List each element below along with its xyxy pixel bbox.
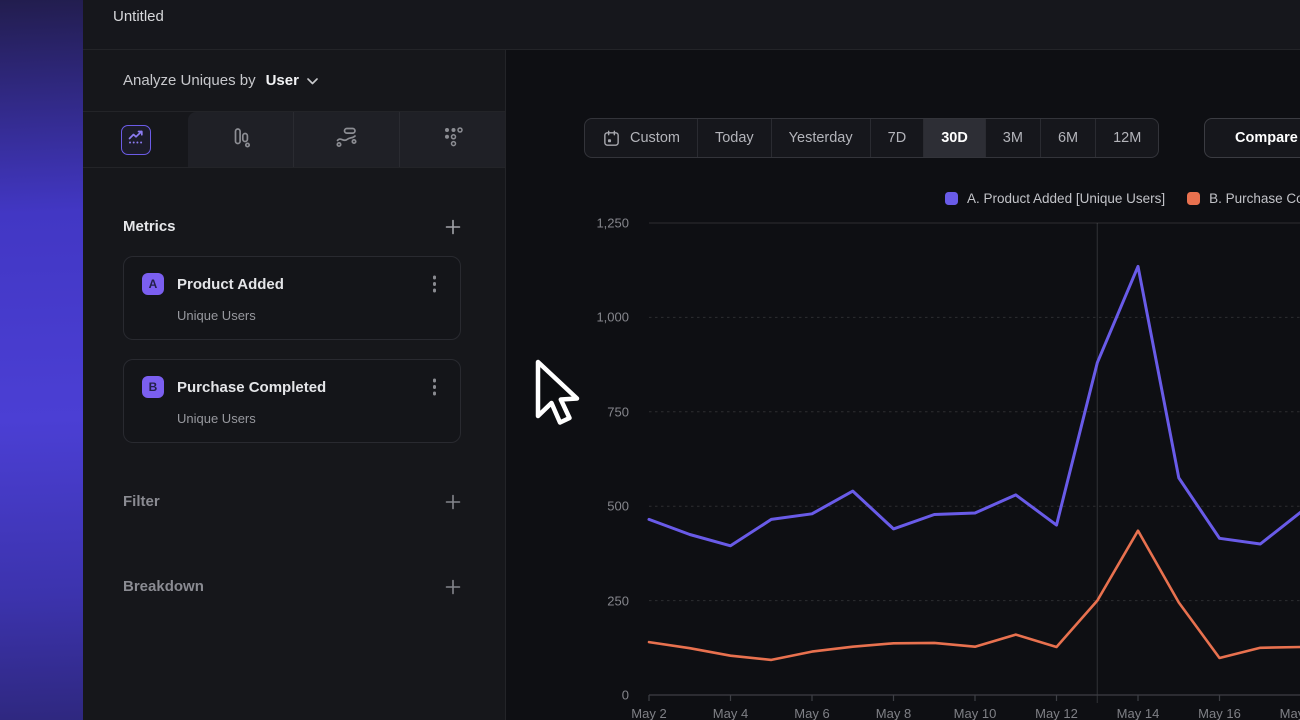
series-line (649, 266, 1300, 545)
x-axis-label: May 16 (1185, 706, 1255, 720)
range-12m[interactable]: 12M (1096, 119, 1158, 157)
metric-name: Purchase Completed (177, 379, 433, 396)
metric-measurement[interactable]: Unique Users (177, 308, 442, 323)
report-title[interactable]: Untitled (83, 0, 1300, 25)
series-line (649, 531, 1300, 660)
metric-badge: A (142, 273, 164, 295)
analyze-by-dropdown[interactable]: User (266, 72, 318, 89)
range-6m[interactable]: 6M (1041, 119, 1096, 157)
legend-item[interactable]: A. Product Added [Unique Users] (945, 191, 1165, 206)
tab-bar-chart[interactable] (188, 112, 294, 167)
legend-label: B. Purchase Completed [Unique Users] (1209, 191, 1300, 206)
legend-item[interactable]: B. Purchase Completed [Unique Users] (1187, 191, 1300, 206)
y-axis-label: 0 (549, 688, 629, 703)
line-chart-icon (126, 127, 146, 152)
x-axis-label: May 12 (1022, 706, 1092, 720)
date-range-selector: CustomTodayYesterday7D30D3M6M12M (584, 118, 1159, 158)
tab-line-chart[interactable] (83, 112, 188, 167)
y-axis-label: 1,000 (549, 310, 629, 325)
app-header: Untitled (83, 0, 1300, 50)
metric-measurement[interactable]: Unique Users (177, 411, 442, 426)
metric-card[interactable]: B Purchase Completed Unique Users (123, 359, 461, 443)
breakdown-section-title: Breakdown (123, 578, 204, 595)
y-axis-label: 750 (549, 404, 629, 419)
compare-button[interactable]: Compare (1204, 118, 1300, 158)
analyze-label: Analyze Uniques by (123, 72, 256, 89)
y-axis-label: 500 (549, 499, 629, 514)
tab-flows[interactable] (294, 112, 400, 167)
filter-section-title: Filter (123, 493, 160, 510)
kebab-menu-icon[interactable] (433, 282, 437, 286)
x-axis-label: May 4 (696, 706, 766, 720)
line-chart[interactable] (649, 223, 1300, 695)
range-custom[interactable]: Custom (585, 119, 698, 157)
metrics-section-title: Metrics (123, 218, 176, 235)
range-7d[interactable]: 7D (871, 119, 925, 157)
chart-type-tabs (83, 112, 505, 168)
chart-legend: A. Product Added [Unique Users] B. Purcha… (945, 191, 1300, 206)
add-breakdown-button[interactable] (445, 579, 461, 595)
y-axis-label: 1,250 (549, 216, 629, 231)
x-axis-label: May 2 (614, 706, 684, 720)
metric-badge: B (142, 376, 164, 398)
query-builder-panel: Analyze Uniques by User (83, 50, 505, 720)
chevron-down-icon (307, 72, 318, 89)
kebab-menu-icon[interactable] (433, 385, 437, 389)
y-axis-label: 250 (549, 593, 629, 608)
add-filter-button[interactable] (445, 494, 461, 510)
range-3m[interactable]: 3M (986, 119, 1041, 157)
legend-swatch (1187, 192, 1200, 205)
calendar-icon (602, 129, 621, 148)
tab-dot-grid[interactable] (400, 112, 505, 167)
app-window: Untitled Analyze Uniques by User (83, 0, 1300, 720)
range-30d[interactable]: 30D (924, 119, 986, 157)
legend-label: A. Product Added [Unique Users] (967, 191, 1165, 206)
add-metric-button[interactable] (445, 219, 461, 235)
chart-panel: CustomTodayYesterday7D30D3M6M12M Compare… (505, 50, 1300, 720)
metric-card[interactable]: A Product Added Unique Users (123, 256, 461, 340)
x-axis-label: May 18 (1266, 706, 1300, 720)
legend-swatch (945, 192, 958, 205)
bar-chart-icon (229, 125, 253, 154)
x-axis-label: May 6 (777, 706, 847, 720)
range-today[interactable]: Today (698, 119, 772, 157)
x-axis-label: May 8 (859, 706, 929, 720)
metric-name: Product Added (177, 276, 433, 293)
flows-icon (334, 125, 359, 154)
x-axis-label: May 14 (1103, 706, 1173, 720)
x-axis-label: May 10 (940, 706, 1010, 720)
range-yesterday[interactable]: Yesterday (772, 119, 871, 157)
dot-grid-icon (441, 125, 465, 154)
